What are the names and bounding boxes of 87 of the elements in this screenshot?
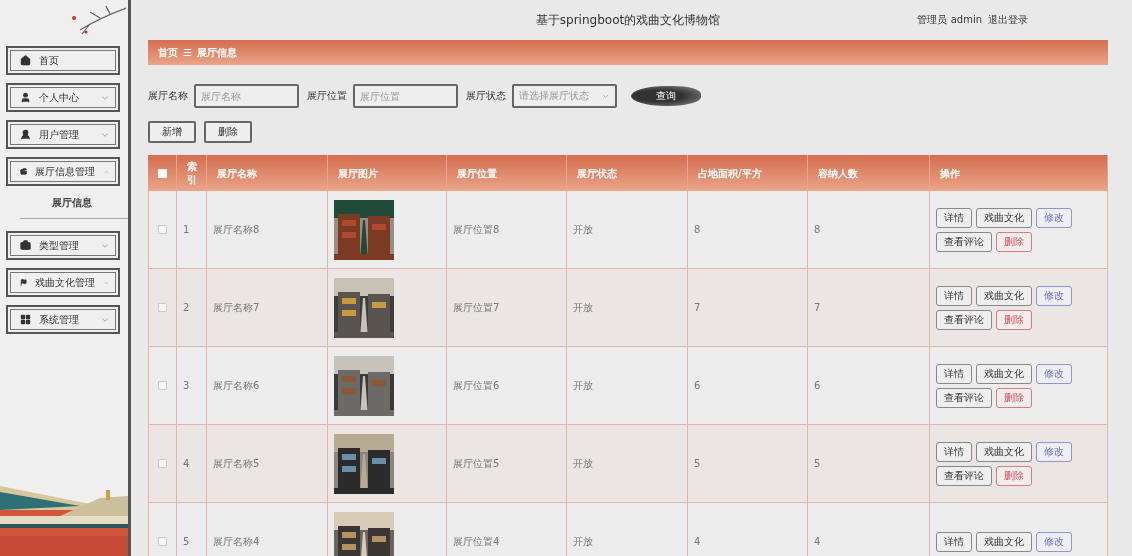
table-cell: 6 [814, 380, 821, 391]
column-header: 占地面积/平方 [688, 155, 808, 191]
breadcrumb-separator: ☰ [183, 47, 192, 58]
column-header: 容纳人数 [808, 155, 930, 191]
table-cell: 开放 [573, 456, 593, 471]
action-button[interactable]: 查看评论 [936, 387, 992, 408]
table-cell: 展厅名称8 [213, 222, 260, 237]
delete-button[interactable]: 删除 [996, 465, 1032, 486]
action-button[interactable]: 戏曲文化 [976, 207, 1032, 228]
checkbox[interactable] [158, 303, 167, 312]
action-button[interactable]: 查看评论 [936, 465, 992, 486]
input-field[interactable]: 展厅名称 [194, 84, 299, 108]
column-header: 展厅位置 [447, 155, 567, 191]
action-button[interactable]: 详情 [936, 363, 972, 384]
sidebar-menu-item[interactable]: 系统管理 [6, 305, 120, 334]
column-header: 展厅图片 [328, 155, 447, 191]
checkbox[interactable] [158, 381, 167, 390]
column-header: 展厅状态 [567, 155, 688, 191]
table-cell: 展厅位置6 [453, 378, 500, 393]
edit-button[interactable]: 修改 [1036, 363, 1072, 384]
table-cell: 展厅位置8 [453, 222, 500, 237]
table-cell: 展厅位置7 [453, 300, 500, 315]
action-button[interactable]: 查看评论 [936, 309, 992, 330]
action-button[interactable]: 戏曲文化 [976, 531, 1032, 552]
table-cell: 开放 [573, 222, 593, 237]
table-cell: 7 [814, 302, 821, 313]
edit-button[interactable]: 修改 [1036, 207, 1072, 228]
table-cell: 4 [814, 536, 821, 547]
sidebar-menu-item[interactable]: 用户管理 [6, 120, 120, 149]
action-button[interactable]: 戏曲文化 [976, 441, 1032, 462]
action-button[interactable]: 详情 [936, 531, 972, 552]
logout-link[interactable]: 退出登录 [988, 13, 1028, 27]
sidebar-menu-item[interactable]: 戏曲文化管理 [6, 268, 120, 297]
user-label: 管理员 admin [917, 13, 982, 27]
field-label: 展厅名称 [148, 89, 188, 103]
table-cell: 展厅名称7 [213, 300, 260, 315]
action-button[interactable]: 戏曲文化 [976, 363, 1032, 384]
table-cell: 开放 [573, 378, 593, 393]
action-button[interactable]: 详情 [936, 207, 972, 228]
table-cell: 开放 [573, 300, 593, 315]
table-cell: 4 [694, 536, 701, 547]
action-button[interactable]: 戏曲文化 [976, 285, 1032, 306]
sidebar-menu-item[interactable]: 首页 [6, 46, 120, 75]
table-cell: 展厅位置4 [453, 534, 500, 549]
delete-button[interactable]: 删除 [996, 309, 1032, 330]
action-button[interactable]: 详情 [936, 285, 972, 306]
table-cell: 4 [183, 458, 190, 469]
column-header: 操作 [930, 155, 1108, 191]
delete-button[interactable]: 删除 [996, 231, 1032, 252]
field-label: 展厅状态 [466, 89, 506, 103]
edit-button[interactable]: 修改 [1036, 441, 1072, 462]
add-button[interactable]: 新增 [148, 121, 196, 143]
edit-button[interactable]: 修改 [1036, 285, 1072, 306]
table-cell: 2 [183, 302, 190, 313]
checkbox[interactable] [158, 459, 167, 468]
checkbox[interactable] [157, 168, 167, 178]
delete-button[interactable]: 删除 [996, 387, 1032, 408]
table-cell: 1 [183, 224, 190, 235]
sidebar-menu-item[interactable]: 类型管理 [6, 231, 120, 260]
table-cell: 3 [183, 380, 190, 391]
table-cell: 展厅名称6 [213, 378, 260, 393]
column-header: 展厅名称 [207, 155, 328, 191]
action-button[interactable]: 详情 [936, 441, 972, 462]
table-cell: 开放 [573, 534, 593, 549]
sidebar-submenu-item[interactable]: 展厅信息 [20, 194, 128, 219]
field-label: 展厅位置 [307, 89, 347, 103]
app-title: 基于springboot的戏曲文化博物馆 [535, 11, 721, 29]
sidebar-menu-item[interactable]: 个人中心 [6, 83, 120, 112]
input-field[interactable]: 展厅位置 [353, 84, 458, 108]
column-header: 索引 [177, 155, 207, 191]
checkbox[interactable] [158, 225, 167, 234]
edit-button[interactable]: 修改 [1036, 531, 1072, 552]
table-cell: 6 [694, 380, 701, 391]
checkbox[interactable] [158, 537, 167, 546]
search-button[interactable]: 查询 [631, 86, 701, 106]
table-cell: 7 [694, 302, 701, 313]
action-button[interactable]: 查看评论 [936, 231, 992, 252]
table-cell: 展厅名称4 [213, 534, 260, 549]
table-cell: 5 [814, 458, 821, 469]
delete-button[interactable]: 删除 [204, 121, 252, 143]
table-cell: 展厅位置5 [453, 456, 500, 471]
table-cell: 8 [814, 224, 821, 235]
table-cell: 5 [694, 458, 701, 469]
table-cell: 展厅名称5 [213, 456, 260, 471]
table-cell: 8 [694, 224, 701, 235]
table-cell: 5 [183, 536, 190, 547]
sidebar-menu-item[interactable]: 展厅信息管理 [6, 157, 120, 186]
